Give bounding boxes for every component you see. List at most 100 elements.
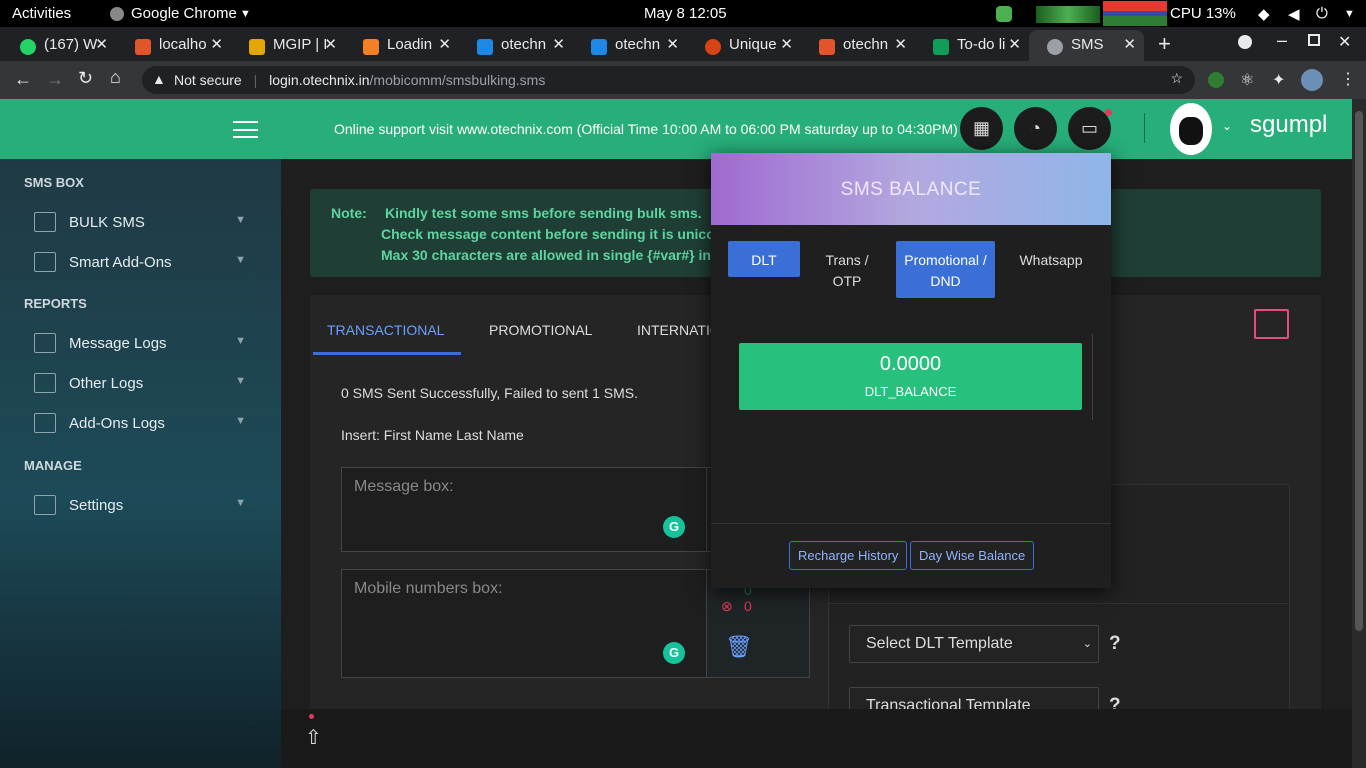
day-wise-balance-button[interactable]: Day Wise Balance bbox=[910, 541, 1035, 570]
chevron-down-icon[interactable]: ▼ bbox=[1344, 8, 1355, 20]
close-icon[interactable]: ✕ bbox=[438, 35, 451, 53]
close-icon[interactable]: ✕ bbox=[210, 35, 223, 53]
nav-label: Settings bbox=[69, 497, 124, 514]
grammarly-icon[interactable]: G bbox=[663, 642, 685, 664]
insert-fields[interactable]: Insert: First Name Last Name bbox=[341, 427, 524, 443]
tab-label: otechn bbox=[843, 36, 889, 53]
scrollbar-thumb[interactable] bbox=[1355, 111, 1363, 631]
chevron-down-icon[interactable]: ⌄ bbox=[1222, 119, 1232, 133]
close-window-icon[interactable]: ✕ bbox=[1338, 32, 1351, 52]
browser-tab[interactable]: otechn ✕ bbox=[801, 30, 915, 61]
system-monitor-graph bbox=[1036, 6, 1100, 23]
recharge-history-button[interactable]: Recharge History bbox=[789, 541, 908, 570]
cpu-indicator[interactable]: CPU 13% bbox=[1170, 5, 1236, 22]
sidebar-item-settings[interactable]: Settings ▼ bbox=[34, 493, 250, 523]
shield-icon[interactable] bbox=[996, 6, 1012, 22]
popup-tab-promotional[interactable]: Promotional / DND bbox=[896, 241, 995, 298]
browser-tab[interactable]: Unique ✕ bbox=[687, 30, 801, 61]
new-tab-button[interactable]: + bbox=[1158, 31, 1171, 57]
close-icon[interactable]: ✕ bbox=[894, 35, 907, 53]
activities-button[interactable]: Activities bbox=[12, 5, 71, 22]
trash-icon[interactable]: 🗑 bbox=[725, 634, 753, 660]
section-sms-box: SMS BOX bbox=[24, 175, 84, 190]
user-avatar[interactable] bbox=[1170, 103, 1212, 155]
star-icon[interactable]: ☆ bbox=[1170, 70, 1183, 87]
site-icon bbox=[819, 39, 835, 55]
username[interactable]: sgumpl bbox=[1250, 111, 1327, 139]
puzzle-icon[interactable]: ✦ bbox=[1272, 70, 1285, 90]
tab-international[interactable]: INTERNATIO bbox=[637, 322, 721, 338]
tab-transactional[interactable]: TRANSACTIONAL bbox=[327, 322, 444, 338]
chevron-down-icon: ▼ bbox=[240, 8, 251, 20]
browser-tab[interactable]: (167) W ✕ bbox=[2, 30, 116, 61]
sidebar-item-other-logs[interactable]: Other Logs ▼ bbox=[34, 371, 250, 401]
chevron-down-icon: ▼ bbox=[235, 497, 246, 509]
sidebar-item-message-logs[interactable]: Message Logs ▼ bbox=[34, 331, 250, 361]
url-bar[interactable]: ▲ Not secure | login.otechnix.in/mobicom… bbox=[142, 66, 1195, 94]
volume-icon[interactable]: ◀ bbox=[1288, 5, 1300, 23]
address-bar-row: ← → ↻ ⌂ ▲ Not secure | login.otechnix.in… bbox=[0, 61, 1366, 99]
popup-tab-trans-otp[interactable]: Trans / OTP bbox=[814, 241, 880, 298]
popup-tab-dlt[interactable]: DLT bbox=[728, 241, 800, 277]
kebab-menu-icon[interactable]: ⋮ bbox=[1340, 69, 1356, 89]
sidebar-item-add-ons-logs[interactable]: Add-Ons Logs ▼ bbox=[34, 411, 250, 441]
browser-tab[interactable]: otechn ✕ bbox=[459, 30, 573, 61]
close-icon[interactable]: ✕ bbox=[552, 35, 565, 53]
tab-search-icon[interactable] bbox=[1238, 35, 1252, 49]
home-icon[interactable]: ⌂ bbox=[110, 67, 121, 88]
minimize-icon[interactable]: – bbox=[1277, 30, 1287, 51]
sidebar-item-bulk-sms[interactable]: BULK SMS ▼ bbox=[34, 210, 250, 240]
tab-label: Loadin bbox=[387, 36, 433, 53]
list-icon bbox=[34, 413, 56, 433]
message-box[interactable]: Message box: bbox=[341, 467, 708, 552]
close-icon[interactable]: ✕ bbox=[1008, 35, 1021, 53]
url-path: /mobicomm/smsbulking.sms bbox=[369, 72, 546, 88]
close-icon[interactable]: ✕ bbox=[666, 35, 679, 53]
help-icon[interactable]: ? bbox=[1109, 633, 1121, 655]
clipboard-icon bbox=[34, 333, 56, 353]
close-icon[interactable]: ✕ bbox=[780, 35, 793, 53]
close-icon[interactable]: ✕ bbox=[324, 35, 337, 53]
rocket-icon[interactable]: ⇧ bbox=[305, 725, 322, 750]
warning-icon[interactable]: ▲ bbox=[152, 71, 166, 87]
browser-tab[interactable]: Loadin ✕ bbox=[345, 30, 459, 61]
clock[interactable]: May 8 12:05 bbox=[644, 5, 727, 22]
close-icon[interactable]: ✕ bbox=[95, 35, 108, 53]
popup-tab-whatsapp[interactable]: Whatsapp bbox=[1011, 241, 1091, 277]
active-tab-indicator bbox=[313, 352, 461, 355]
tab-label: localho bbox=[159, 36, 207, 53]
apps-grid-button[interactable]: ▦ bbox=[960, 107, 1003, 150]
browser-tab[interactable]: To-do li ✕ bbox=[915, 30, 1029, 61]
divider bbox=[1092, 334, 1093, 420]
browser-tab[interactable]: otechn ✕ bbox=[573, 30, 687, 61]
monitor-icon[interactable] bbox=[1254, 309, 1289, 339]
tab-promotional[interactable]: PROMOTIONAL bbox=[489, 322, 592, 338]
mobile-numbers-box[interactable]: Mobile numbers box: bbox=[341, 569, 708, 678]
chat-bubble-icon bbox=[34, 212, 56, 232]
support-banner: Online support visit www.otechnix.com (O… bbox=[334, 121, 958, 137]
browser-tab[interactable]: localho ✕ bbox=[117, 30, 231, 61]
grammarly-icon[interactable]: G bbox=[663, 516, 685, 538]
maximize-icon[interactable] bbox=[1308, 34, 1320, 46]
hamburger-icon[interactable] bbox=[233, 121, 258, 138]
extension-icon[interactable] bbox=[1208, 72, 1224, 88]
forward-icon[interactable]: → bbox=[46, 69, 64, 90]
app-menu[interactable]: Google Chrome bbox=[131, 5, 237, 22]
back-icon[interactable]: ← bbox=[14, 69, 32, 90]
chart-pie-button[interactable]: ◔ bbox=[1014, 107, 1057, 150]
dlt-template-select[interactable]: Select DLT Template ⌄ bbox=[849, 625, 1099, 663]
close-icon[interactable]: ✕ bbox=[1123, 35, 1136, 53]
note-line: Kindly test some sms before sending bulk… bbox=[385, 205, 702, 221]
react-devtools-icon[interactable]: ⚛ bbox=[1240, 70, 1254, 90]
scrollbar[interactable] bbox=[1352, 99, 1366, 768]
profile-avatar[interactable] bbox=[1301, 69, 1323, 91]
browser-tab[interactable]: MGIP | I ✕ bbox=[231, 30, 345, 61]
browser-tab-active[interactable]: SMS ✕ bbox=[1029, 30, 1144, 61]
wifi-icon[interactable]: ◆ bbox=[1258, 5, 1270, 23]
sidebar-item-smart-add-ons[interactable]: Smart Add-Ons ▼ bbox=[34, 250, 250, 280]
power-icon[interactable]: ⏻ bbox=[1316, 5, 1328, 22]
reload-icon[interactable]: ↻ bbox=[78, 68, 93, 89]
tab-label: Unique bbox=[729, 36, 777, 53]
tab-label: SMS bbox=[1071, 36, 1104, 53]
tab-label: otechn bbox=[615, 36, 661, 53]
